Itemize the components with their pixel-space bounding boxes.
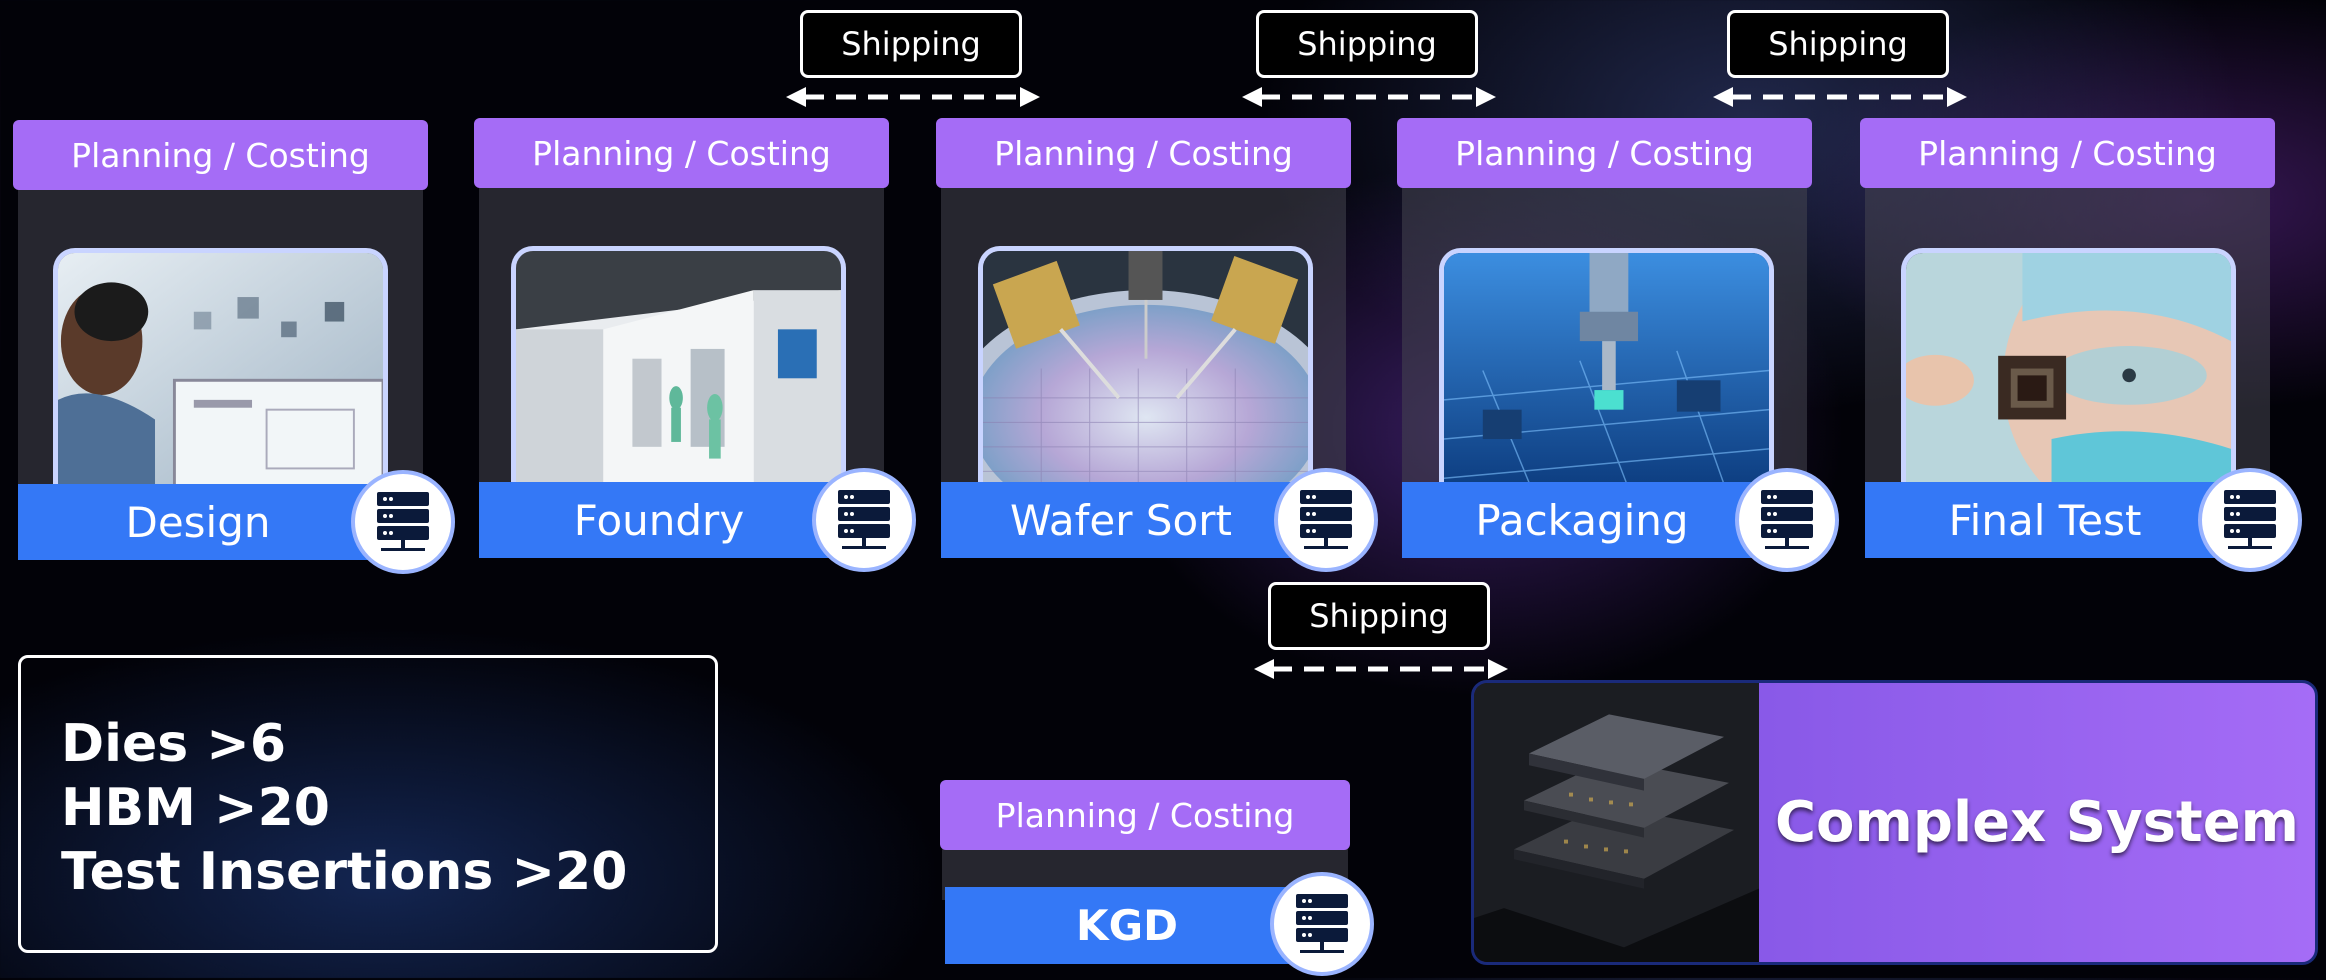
server-icon: [351, 470, 455, 574]
stat-test-insertions: Test Insertions >20: [61, 842, 628, 902]
shipping-label: Shipping: [1727, 10, 1949, 78]
stage-design: Planning / Costing Design: [13, 120, 455, 574]
complex-system-title: Complex System: [1774, 790, 2300, 855]
planning-costing-label: Planning / Costing: [474, 118, 889, 188]
double-arrow-icon: [1242, 87, 1496, 107]
shipping-connector-4: Shipping: [1250, 582, 1520, 679]
planning-costing-label: Planning / Costing: [13, 120, 428, 190]
stage-wafer-sort: Planning / Costing Wafer Sort: [936, 118, 1378, 572]
wafer-sort-photo: [978, 246, 1313, 486]
stage-foundry: Planning / Costing Foundry: [474, 118, 916, 572]
design-photo: [53, 248, 388, 488]
double-arrow-icon: [1713, 87, 1967, 107]
stats-panel: Dies >6 HBM >20 Test Insertions >20: [18, 655, 718, 953]
shipping-label: Shipping: [800, 10, 1022, 78]
server-icon: [812, 468, 916, 572]
stacked-chip-photo: [1474, 683, 1759, 962]
stage-final-test: Planning / Costing Final Test: [1860, 118, 2302, 572]
complex-system-panel: Complex System: [1471, 680, 2318, 965]
double-arrow-icon: [786, 87, 1040, 107]
shipping-connector-3: Shipping: [1709, 10, 1979, 107]
server-icon: [1270, 872, 1374, 976]
stat-hbm: HBM >20: [61, 778, 330, 838]
stage-kgd: Planning / Costing KGD: [940, 780, 1380, 980]
planning-costing-label: Planning / Costing: [936, 118, 1351, 188]
server-icon: [1274, 468, 1378, 572]
foundry-photo: [511, 246, 846, 486]
stat-dies: Dies >6: [61, 714, 287, 774]
planning-costing-label: Planning / Costing: [1397, 118, 1812, 188]
server-icon: [1735, 468, 1839, 572]
double-arrow-icon: [1254, 659, 1508, 679]
shipping-connector-2: Shipping: [1238, 10, 1508, 107]
shipping-label: Shipping: [1268, 582, 1490, 650]
final-test-photo: [1901, 248, 2236, 488]
shipping-label: Shipping: [1256, 10, 1478, 78]
planning-costing-label: Planning / Costing: [940, 780, 1350, 850]
shipping-connector-1: Shipping: [782, 10, 1052, 107]
server-icon: [2198, 468, 2302, 572]
stage-packaging: Planning / Costing Packaging: [1397, 118, 1839, 572]
planning-costing-label: Planning / Costing: [1860, 118, 2275, 188]
packaging-photo: [1439, 248, 1774, 488]
